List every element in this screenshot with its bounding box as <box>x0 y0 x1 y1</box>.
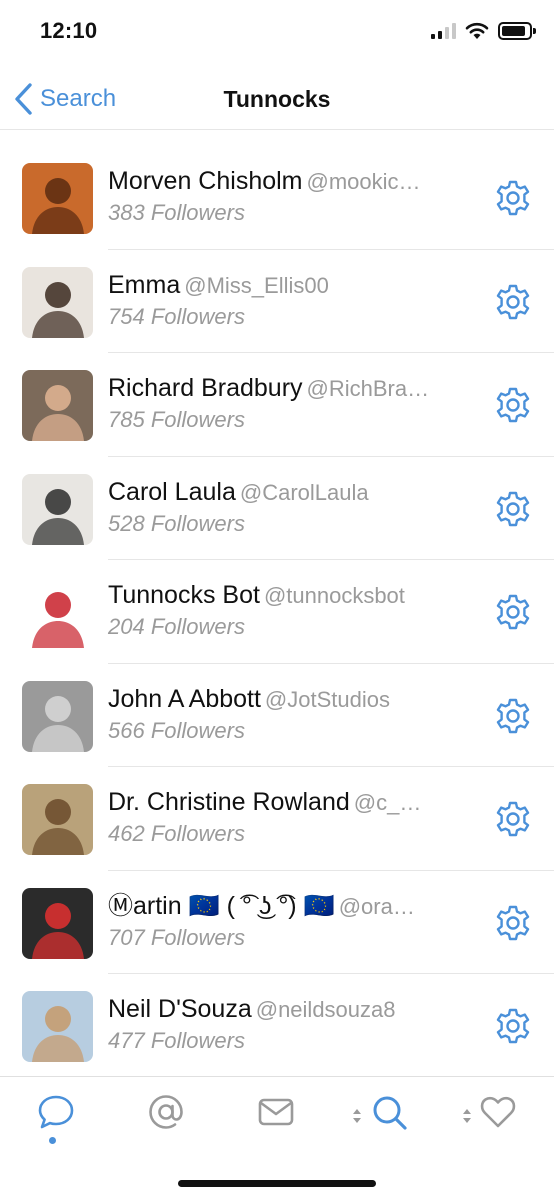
follower-count: 707 Followers <box>108 924 245 950</box>
tab-search[interactable] <box>352 1093 412 1143</box>
user-settings-button[interactable] <box>494 1007 532 1045</box>
avatar <box>22 680 93 752</box>
user-identity: Emma @Miss_Ellis00 <box>108 270 474 301</box>
at-sign-icon <box>149 1095 183 1129</box>
avatar <box>22 887 93 959</box>
wifi-icon <box>465 22 489 39</box>
user-handle: @ora… <box>338 893 415 919</box>
tab-conversations[interactable] <box>26 1093 86 1144</box>
battery-icon <box>498 22 536 40</box>
page-title: Tunnocks <box>223 86 331 112</box>
search-icon <box>373 1096 407 1130</box>
user-settings-button[interactable] <box>494 697 532 735</box>
user-name: Ⓜartin 🇪🇺 ( ͡° ͜ʖ ͡°) 🇪🇺 <box>108 891 335 920</box>
user-identity: John A Abbott @JotStudios <box>108 684 474 715</box>
navigation-bar: Search Tunnocks <box>0 70 554 130</box>
follower-count: 785 Followers <box>108 407 245 432</box>
user-handle: @RichBra… <box>306 376 430 401</box>
follower-count: 462 Followers <box>108 821 245 846</box>
user-row[interactable]: Carol Laula @CarolLaula 528 Followers <box>0 457 554 560</box>
user-settings-button[interactable] <box>494 386 532 424</box>
sort-arrows-icon <box>463 1109 471 1123</box>
status-icons <box>431 22 536 40</box>
home-indicator <box>178 1180 376 1187</box>
app-screen: 12:10 Search Tunnocks Morven Chisholm @mo… <box>0 0 554 1200</box>
user-row[interactable]: Emma @Miss_Ellis00 754 Followers <box>0 250 554 353</box>
user-handle: @tunnocksbot <box>263 583 405 608</box>
user-settings-button[interactable] <box>494 179 532 217</box>
tab-mentions[interactable] <box>136 1093 196 1143</box>
gear-icon <box>496 801 530 837</box>
status-time: 12:10 <box>40 18 98 43</box>
user-name: Neil D'Souza <box>108 995 252 1023</box>
gear-icon <box>496 594 530 630</box>
user-name: Carol Laula <box>108 477 236 506</box>
user-handle: @c_… <box>353 790 422 815</box>
user-row[interactable]: Ⓜartin 🇪🇺 ( ͡° ͜ʖ ͡°) 🇪🇺 @ora… 707 Followe… <box>0 871 554 974</box>
avatar <box>22 784 93 855</box>
user-name: John A Abbott <box>108 684 261 713</box>
user-name: Morven Chisholm <box>108 167 303 195</box>
user-settings-button[interactable] <box>494 593 532 631</box>
gear-icon <box>496 491 530 526</box>
user-identity: Ⓜartin 🇪🇺 ( ͡° ͜ʖ ͡°) 🇪🇺 @ora… <box>108 891 474 922</box>
avatar <box>22 163 93 234</box>
follower-count: 204 Followers <box>108 614 245 639</box>
user-handle: @JotStudios <box>264 686 390 712</box>
follower-count: 383 Followers <box>108 200 245 225</box>
user-settings-button[interactable] <box>494 490 532 528</box>
follower-count: 754 Followers <box>108 303 245 329</box>
avatar <box>22 473 93 545</box>
gear-icon <box>496 284 530 319</box>
heart-icon <box>480 1096 516 1128</box>
user-row[interactable]: Dr. Christine Rowland @c_… 462 Followers <box>0 767 554 871</box>
gear-icon <box>496 698 530 733</box>
user-name: Emma <box>108 270 181 299</box>
avatar <box>22 266 93 338</box>
user-handle: @CarolLaula <box>239 479 369 505</box>
follower-count: 528 Followers <box>108 510 245 536</box>
user-name: Tunnocks Bot <box>108 581 260 609</box>
user-identity: Morven Chisholm @mookic… <box>108 166 474 197</box>
tab-favorites[interactable] <box>462 1093 522 1143</box>
gear-icon <box>496 905 530 940</box>
user-name: Richard Bradbury <box>108 374 303 402</box>
user-handle: @Miss_Ellis00 <box>184 272 329 298</box>
speech-bubble-icon <box>38 1095 74 1129</box>
user-handle: @mookic… <box>306 169 421 194</box>
avatar <box>22 991 93 1062</box>
user-identity: Neil D'Souza @neildsouza8 <box>108 994 474 1025</box>
user-row[interactable]: Neil D'Souza @neildsouza8 477 Followers <box>0 974 554 1078</box>
gear-icon <box>496 387 530 423</box>
user-row[interactable]: Morven Chisholm @mookic… 383 Followers <box>0 146 554 250</box>
user-name: Dr. Christine Rowland <box>108 788 350 816</box>
avatar <box>22 370 93 441</box>
user-row[interactable]: John A Abbott @JotStudios 566 Followers <box>0 664 554 767</box>
cellular-signal-icon <box>431 23 456 39</box>
user-settings-button[interactable] <box>494 904 532 942</box>
user-row[interactable]: Tunnocks Bot @tunnocksbot 204 Followers <box>0 560 554 664</box>
follower-count: 477 Followers <box>108 1028 245 1053</box>
active-tab-indicator <box>49 1137 56 1144</box>
gear-icon <box>496 180 530 216</box>
user-handle: @neildsouza8 <box>255 997 396 1022</box>
user-identity: Tunnocks Bot @tunnocksbot <box>108 580 474 611</box>
user-identity: Carol Laula @CarolLaula <box>108 477 474 508</box>
user-settings-button[interactable] <box>494 283 532 321</box>
status-bar: 12:10 <box>0 0 554 70</box>
envelope-icon <box>258 1098 294 1126</box>
user-row[interactable]: Richard Bradbury @RichBra… 785 Followers <box>0 353 554 457</box>
sort-arrows-icon <box>353 1109 361 1123</box>
user-identity: Dr. Christine Rowland @c_… <box>108 787 474 818</box>
avatar <box>22 577 93 648</box>
gear-icon <box>496 1008 530 1044</box>
tab-messages[interactable] <box>246 1093 306 1143</box>
user-settings-button[interactable] <box>494 800 532 838</box>
user-list: Morven Chisholm @mookic… 383 Followers Emma… <box>0 146 554 1078</box>
user-identity: Richard Bradbury @RichBra… <box>108 373 474 404</box>
follower-count: 566 Followers <box>108 717 245 743</box>
